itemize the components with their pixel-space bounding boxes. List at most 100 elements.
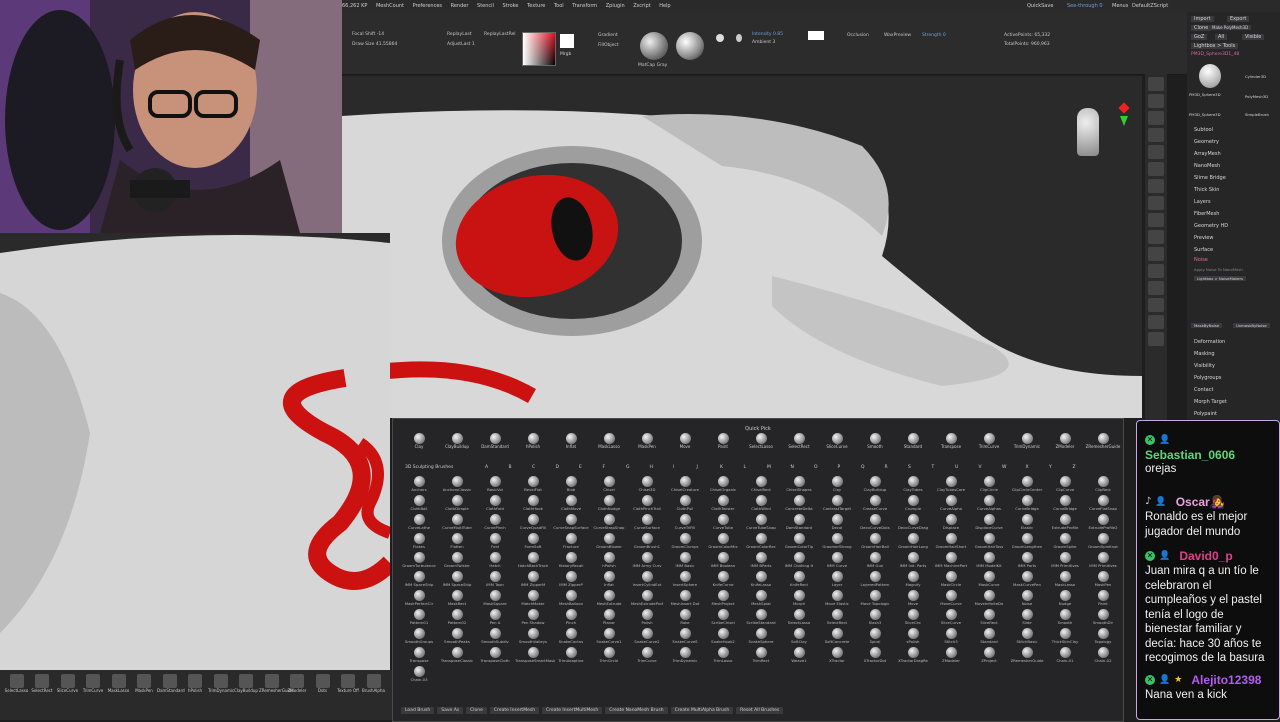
visible-button[interactable]: Visible xyxy=(1242,34,1265,40)
letter-filter[interactable]: A xyxy=(485,465,509,470)
letter-filter[interactable]: D xyxy=(556,465,580,470)
layers-section[interactable]: Layers xyxy=(1194,199,1211,205)
brush-item[interactable]: Inflat xyxy=(591,571,627,590)
color-picker[interactable] xyxy=(522,32,556,66)
main-color-swatch[interactable] xyxy=(560,34,574,48)
palette-action-button[interactable]: Load Brush xyxy=(401,707,435,714)
brush-item[interactable]: sPolish xyxy=(895,628,931,647)
brush-item[interactable]: CurveSnapSurface xyxy=(553,514,589,533)
brush-item[interactable]: CurveStrapSnap xyxy=(591,514,627,533)
brush-item[interactable]: InsertCylindExt xyxy=(629,571,665,590)
brush-item[interactable]: GroomHairShort xyxy=(933,533,969,552)
axis-y-icon[interactable] xyxy=(1120,116,1128,126)
brush-item[interactable]: HistoryRecall xyxy=(553,552,589,571)
brush-item[interactable]: Rake xyxy=(667,609,703,628)
brush-item[interactable]: SmoothGroups xyxy=(401,628,437,647)
palette-action-button[interactable]: Save As xyxy=(437,707,464,714)
shelf-brush-button[interactable]: SelectRect xyxy=(30,674,55,693)
brush-item[interactable]: ThickSkinClay xyxy=(1047,628,1083,647)
letter-filter[interactable]: I xyxy=(673,465,697,470)
brush-item[interactable]: CurveSurface xyxy=(629,514,665,533)
brush-item[interactable]: ClayBuildup xyxy=(857,476,893,495)
brush-item[interactable]: Stitch3 xyxy=(933,628,969,647)
lightbox-noisemakers-button[interactable]: Lightbox > NoiseMakers xyxy=(1194,276,1247,281)
brush-item[interactable]: GroomHairBall xyxy=(857,533,893,552)
brush-item[interactable]: GroomTurbulence xyxy=(401,552,437,571)
brush-item[interactable]: Displace xyxy=(933,514,969,533)
brush-item[interactable]: Pattern02 xyxy=(439,609,475,628)
shelf-brush-button[interactable]: Dots xyxy=(310,674,335,693)
shelf-brush-button[interactable]: BrushAlpha xyxy=(361,674,386,693)
brush-item[interactable]: Crumple xyxy=(895,495,931,514)
brush-item[interactable]: GroomHairToss xyxy=(971,533,1007,552)
brush-item[interactable]: ExtrudeProfile2 xyxy=(1085,514,1121,533)
brush-item[interactable]: SelectRect xyxy=(819,609,855,628)
brush-item[interactable]: Spiral xyxy=(857,628,893,647)
gradient-toggle[interactable]: Gradient xyxy=(598,33,618,38)
material-sphere[interactable] xyxy=(640,32,668,60)
shelf-brush-button[interactable]: ZModeler xyxy=(285,674,310,693)
brush-item[interactable]: Flatten xyxy=(439,533,475,552)
brush-item[interactable]: KnifeLasso xyxy=(743,571,779,590)
polygroups-section[interactable]: Polygroups xyxy=(1194,375,1221,381)
palette-action-button[interactable]: Create MultiAlpha Brush xyxy=(670,707,734,714)
deformation-section[interactable]: Deformation xyxy=(1194,339,1225,345)
brush-item[interactable]: Fracture xyxy=(553,533,589,552)
brush-item[interactable]: Anchors xyxy=(401,476,437,495)
scroll-button[interactable] xyxy=(1148,111,1164,125)
palette-action-button[interactable]: Clone xyxy=(466,707,487,714)
local-button[interactable] xyxy=(1148,230,1164,244)
actual-button[interactable] xyxy=(1148,145,1164,159)
brush-item[interactable]: GroomerStrong xyxy=(819,533,855,552)
brush-item[interactable]: MaskCurvePen xyxy=(1009,571,1045,590)
letter-filter[interactable]: F xyxy=(603,465,627,470)
brush-item[interactable]: MaskPerfectCir xyxy=(401,590,437,609)
replay-last-button[interactable]: ReplayLast xyxy=(447,32,472,37)
brush-item[interactable]: IMM Basic xyxy=(667,552,703,571)
brush-item[interactable]: DisplaceCurve xyxy=(971,514,1007,533)
menu-stencil[interactable]: Stencil xyxy=(477,3,494,9)
brush-item[interactable]: IMM Army Curv xyxy=(629,552,665,571)
brush-item[interactable]: StitchBasic xyxy=(1009,628,1045,647)
palette-action-button[interactable]: Create InsertMultiMesh xyxy=(542,707,603,714)
shelf-brush-button[interactable]: ClayBuildup xyxy=(234,674,259,693)
mask-by-noise-button[interactable]: MaskByNoise xyxy=(1191,323,1223,328)
brush-item[interactable]: IMM ModelKit xyxy=(971,552,1007,571)
brush-item[interactable]: ClipCurve xyxy=(1047,476,1083,495)
brush-item[interactable]: GroomBlower xyxy=(591,533,627,552)
unmask-by-noise-button[interactable]: UnmaskByNoise xyxy=(1233,323,1270,328)
brush-item[interactable]: ClothMove xyxy=(553,495,589,514)
brush-item[interactable]: CurveBridge xyxy=(1047,495,1083,514)
transp-button[interactable] xyxy=(1148,315,1164,329)
brush-item[interactable]: IMM MachinePart xyxy=(933,552,969,571)
brush-item[interactable]: ConcreteDelta xyxy=(781,495,817,514)
brush-item[interactable]: IMM Toon xyxy=(477,571,513,590)
brush-item[interactable]: SmoothValleys xyxy=(515,628,551,647)
letter-filter[interactable]: K xyxy=(720,465,744,470)
quick-pick-brush[interactable]: DamStandard xyxy=(477,433,513,451)
floor-button[interactable] xyxy=(1148,213,1164,227)
brush-item[interactable]: Nudge xyxy=(1047,590,1083,609)
brush-item[interactable]: SmoothPeaks xyxy=(439,628,475,647)
brush-item[interactable]: SmoothSubdiv xyxy=(477,628,513,647)
brush-item[interactable]: Move xyxy=(895,590,931,609)
brush-item[interactable]: MeshBalloon xyxy=(553,590,589,609)
brush-item[interactable]: GroomTwister xyxy=(439,552,475,571)
quick-pick-brush[interactable]: Transpose xyxy=(933,433,969,451)
brush-item[interactable]: CurveFlatSnap xyxy=(1085,495,1121,514)
brush-item[interactable]: Weave1 xyxy=(781,647,817,666)
brush-item[interactable]: hPolish xyxy=(591,552,627,571)
brush-item[interactable]: CurveBridge xyxy=(1009,495,1045,514)
brush-item[interactable]: GroomColorRec xyxy=(743,533,779,552)
quick-pick-brush[interactable]: TrimDynamic xyxy=(1009,433,1045,451)
brush-item[interactable]: DecoCurveDrag xyxy=(895,514,931,533)
brush-item[interactable]: MaskCircle xyxy=(933,571,969,590)
brush-item[interactable]: Elastic xyxy=(1009,514,1045,533)
letter-filter[interactable]: E xyxy=(579,465,603,470)
morph-target-section[interactable]: Morph Target xyxy=(1194,399,1227,405)
brush-item[interactable]: IMM ZipperP xyxy=(553,571,589,590)
letter-filter[interactable]: L xyxy=(744,465,768,470)
frame-button[interactable] xyxy=(1148,281,1164,295)
brush-item[interactable]: ExtrudeProfile xyxy=(1047,514,1083,533)
letter-filter[interactable]: T xyxy=(932,465,956,470)
